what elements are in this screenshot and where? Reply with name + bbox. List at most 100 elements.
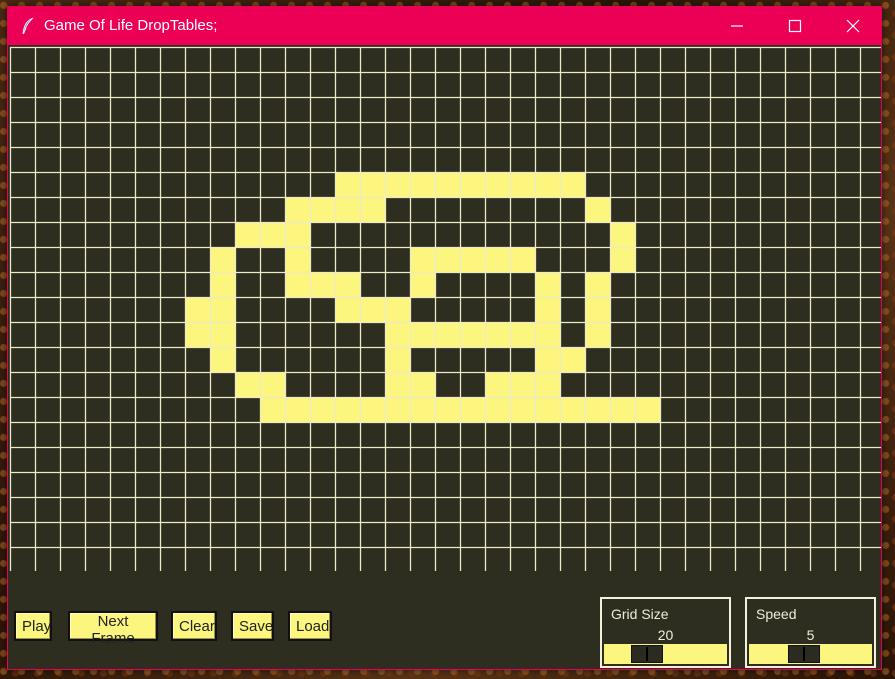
alive-cell[interactable] [410, 172, 435, 197]
maximize-button[interactable] [766, 7, 824, 45]
maximize-icon [788, 19, 802, 33]
alive-cell[interactable] [235, 372, 260, 397]
alive-cell[interactable] [535, 322, 560, 347]
game-grid[interactable] [8, 45, 881, 571]
speed-value: 5 [806, 627, 815, 643]
clear-button[interactable]: Clear [171, 611, 217, 641]
alive-cell[interactable] [185, 297, 210, 322]
alive-cell[interactable] [260, 372, 285, 397]
alive-cell[interactable] [410, 322, 435, 347]
alive-cell[interactable] [410, 372, 435, 397]
grid-background [8, 45, 881, 571]
alive-cell[interactable] [510, 322, 535, 347]
alive-cell[interactable] [485, 322, 510, 347]
alive-cell[interactable] [560, 397, 585, 422]
alive-cell[interactable] [535, 172, 560, 197]
speed-slider-thumb[interactable] [788, 645, 821, 663]
alive-cell[interactable] [585, 197, 610, 222]
alive-cell[interactable] [460, 322, 485, 347]
save-button[interactable]: Save [231, 611, 274, 641]
minimize-button[interactable] [708, 7, 766, 45]
alive-cell[interactable] [410, 397, 435, 422]
alive-cell[interactable] [210, 272, 235, 297]
alive-cell[interactable] [285, 197, 310, 222]
alive-cell[interactable] [585, 272, 610, 297]
alive-cell[interactable] [560, 347, 585, 372]
grid-size-slider-track[interactable] [604, 644, 727, 664]
alive-cell[interactable] [310, 197, 335, 222]
alive-cell[interactable] [385, 172, 410, 197]
load-button[interactable]: Load [288, 611, 332, 641]
alive-cell[interactable] [510, 172, 535, 197]
alive-cell[interactable] [335, 297, 360, 322]
alive-cell[interactable] [460, 172, 485, 197]
alive-cell[interactable] [335, 397, 360, 422]
alive-cell[interactable] [185, 322, 210, 347]
alive-cell[interactable] [485, 172, 510, 197]
alive-cell[interactable] [285, 247, 310, 272]
alive-cell[interactable] [460, 397, 485, 422]
alive-cell[interactable] [435, 322, 460, 347]
close-button[interactable] [824, 7, 882, 45]
alive-cell[interactable] [410, 272, 435, 297]
alive-cell[interactable] [510, 372, 535, 397]
alive-cell[interactable] [435, 397, 460, 422]
alive-cell[interactable] [385, 397, 410, 422]
alive-cell[interactable] [485, 397, 510, 422]
alive-cell[interactable] [385, 372, 410, 397]
alive-cell[interactable] [585, 297, 610, 322]
alive-cell[interactable] [635, 397, 660, 422]
game-grid-area[interactable] [8, 45, 881, 571]
grid-size-slider-thumb[interactable] [631, 645, 664, 663]
alive-cell[interactable] [535, 297, 560, 322]
speed-label: Speed [756, 606, 797, 622]
control-panel: Play Next Frame Clear Save Load Grid Siz… [8, 571, 881, 669]
alive-cell[interactable] [535, 397, 560, 422]
alive-cell[interactable] [310, 272, 335, 297]
alive-cell[interactable] [360, 172, 385, 197]
alive-cell[interactable] [385, 347, 410, 372]
app-window: Game Of Life DropTables; Play Next Frame… [7, 6, 882, 670]
alive-cell[interactable] [535, 272, 560, 297]
alive-cell[interactable] [535, 347, 560, 372]
speed-slider-track[interactable] [749, 644, 872, 664]
alive-cell[interactable] [310, 397, 335, 422]
alive-cell[interactable] [210, 322, 235, 347]
alive-cell[interactable] [585, 322, 610, 347]
alive-cell[interactable] [260, 397, 285, 422]
grid-size-label: Grid Size [611, 606, 669, 622]
alive-cell[interactable] [610, 222, 635, 247]
alive-cell[interactable] [585, 397, 610, 422]
next-frame-button[interactable]: Next Frame [68, 611, 158, 647]
alive-cell[interactable] [210, 247, 235, 272]
alive-cell[interactable] [610, 397, 635, 422]
alive-cell[interactable] [385, 322, 410, 347]
alive-cell[interactable] [360, 197, 385, 222]
alive-cell[interactable] [435, 172, 460, 197]
alive-cell[interactable] [385, 297, 410, 322]
alive-cell[interactable] [260, 222, 285, 247]
alive-cell[interactable] [285, 272, 310, 297]
alive-cell[interactable] [535, 372, 560, 397]
alive-cell[interactable] [285, 222, 310, 247]
alive-cell[interactable] [510, 247, 535, 272]
alive-cell[interactable] [410, 247, 435, 272]
alive-cell[interactable] [360, 397, 385, 422]
alive-cell[interactable] [510, 397, 535, 422]
title-bar[interactable]: Game Of Life DropTables; [8, 7, 881, 45]
alive-cell[interactable] [360, 297, 385, 322]
alive-cell[interactable] [210, 347, 235, 372]
alive-cell[interactable] [485, 247, 510, 272]
alive-cell[interactable] [335, 197, 360, 222]
alive-cell[interactable] [235, 222, 260, 247]
alive-cell[interactable] [610, 247, 635, 272]
alive-cell[interactable] [560, 172, 585, 197]
alive-cell[interactable] [335, 172, 360, 197]
alive-cell[interactable] [210, 297, 235, 322]
alive-cell[interactable] [485, 372, 510, 397]
alive-cell[interactable] [285, 397, 310, 422]
alive-cell[interactable] [435, 247, 460, 272]
alive-cell[interactable] [335, 272, 360, 297]
alive-cell[interactable] [460, 247, 485, 272]
play-button[interactable]: Play [14, 611, 52, 641]
